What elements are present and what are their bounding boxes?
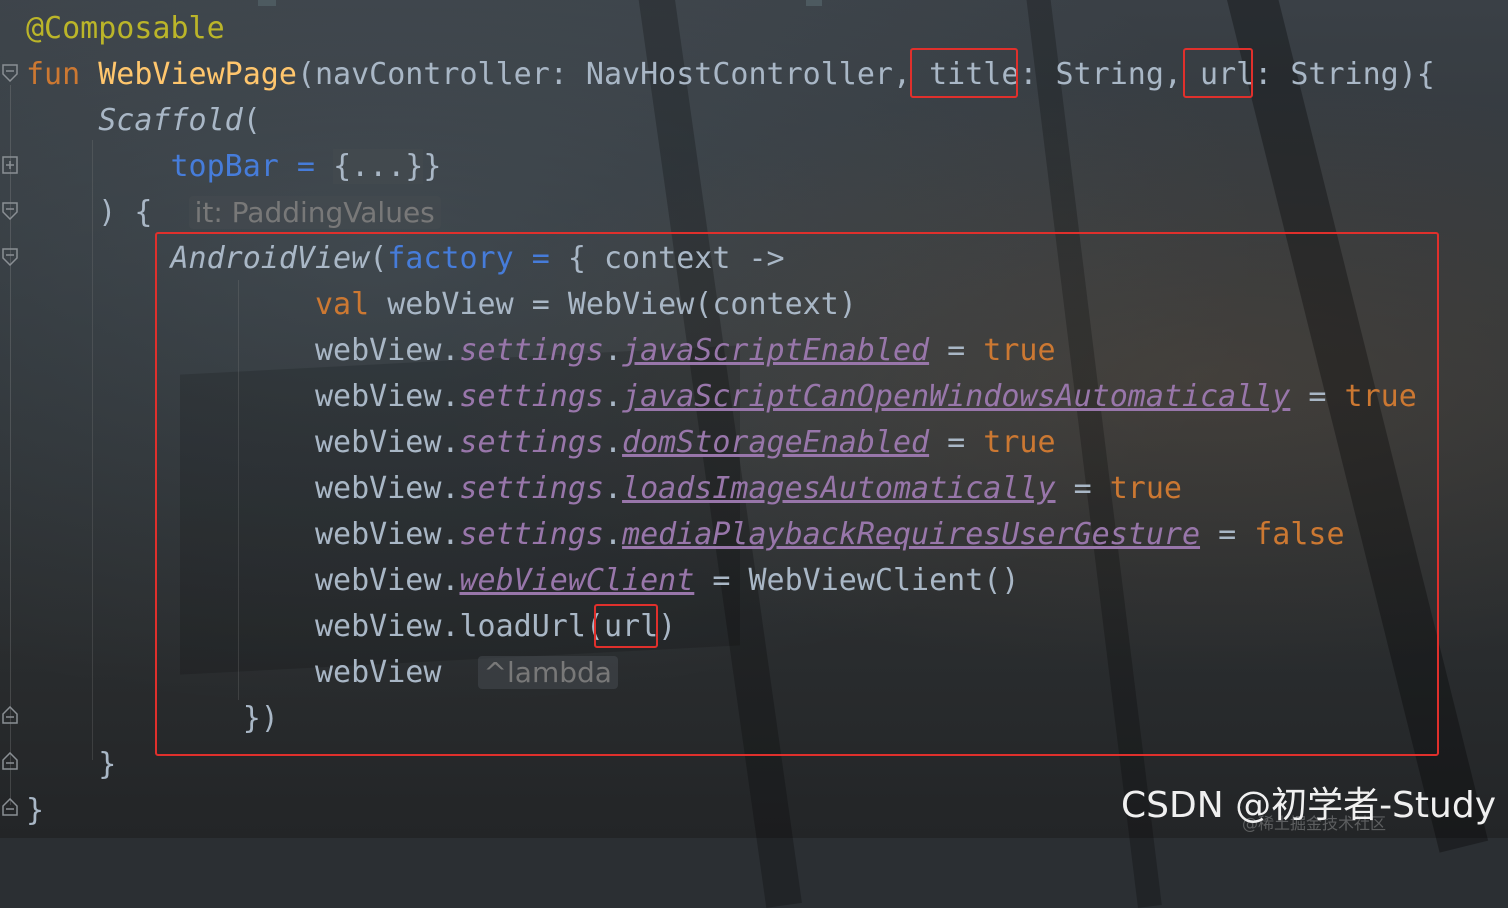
code-token: ) { <box>26 195 189 230</box>
code-token: : String){ <box>1254 57 1435 92</box>
code-line[interactable]: Scaffold( <box>26 98 261 144</box>
highlight-url-param <box>1183 48 1253 98</box>
code-line[interactable]: topBar = {...}} <box>26 144 441 190</box>
highlight-title-param <box>910 48 1018 98</box>
highlight-androidview-block <box>155 232 1439 756</box>
code-line[interactable]: @Composable <box>26 6 225 52</box>
code-line[interactable]: } <box>26 788 44 834</box>
fold-expand-icon[interactable] <box>2 156 18 174</box>
watermark: CSDN @初学者-Study <box>1120 785 1496 826</box>
fold-collapse-icon[interactable] <box>2 202 18 220</box>
code-token: } <box>26 793 45 828</box>
editor-gutter <box>0 0 22 838</box>
code-token: } <box>26 747 117 782</box>
code-token: ( <box>242 103 261 138</box>
editor-tab-edge <box>258 0 276 6</box>
fold-collapse-icon[interactable] <box>2 248 18 266</box>
code-token: @Composable <box>26 11 225 46</box>
code-token: topBar <box>170 149 279 184</box>
inlay-hint: it: PaddingValues <box>188 196 441 229</box>
highlight-loadurl-arg <box>594 604 658 648</box>
code-line[interactable]: ) { it: PaddingValues <box>26 190 441 236</box>
code-token: WebViewPage <box>98 57 297 92</box>
code-token: } <box>423 149 442 184</box>
gutter-line <box>10 85 11 805</box>
fold-end-icon[interactable] <box>2 752 18 770</box>
fold-end-icon[interactable] <box>2 706 18 724</box>
code-line[interactable]: } <box>26 742 116 788</box>
fold-collapse-icon[interactable] <box>2 64 18 82</box>
code-token: Scaffold <box>98 103 243 138</box>
code-token: fun <box>26 57 99 92</box>
code-token: : String, <box>1019 57 1201 92</box>
code-token: (navController: NavHostController, <box>296 57 930 92</box>
fold-end-icon[interactable] <box>2 798 18 816</box>
folded-region: {...} <box>333 149 424 184</box>
editor-tab-edge <box>806 0 822 6</box>
code-token: = <box>278 149 334 184</box>
